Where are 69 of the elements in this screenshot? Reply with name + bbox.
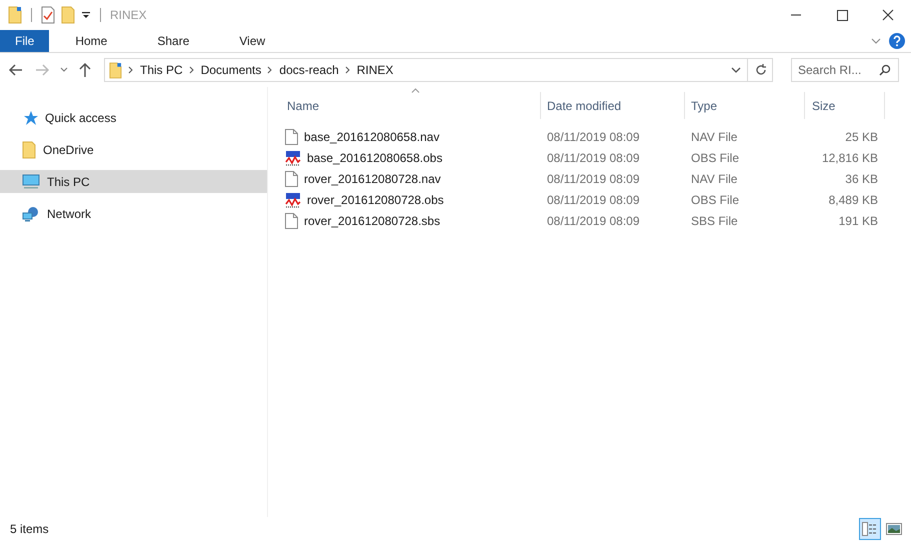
- breadcrumb[interactable]: docs-reach: [279, 63, 339, 77]
- ribbon-tab[interactable]: View: [223, 30, 282, 52]
- column-header[interactable]: Type: [685, 92, 805, 119]
- program-icon: [285, 192, 301, 208]
- chevron-right-icon: [188, 66, 195, 74]
- document-icon: [285, 212, 298, 228]
- folder-icon: [22, 140, 36, 158]
- item-count: 5 items: [10, 522, 49, 536]
- picture-view-icon: [886, 523, 902, 535]
- type-cell-text: NAV File: [690, 130, 738, 144]
- sidebar-item[interactable]: Network: [0, 202, 267, 225]
- document-icon: [285, 170, 298, 186]
- search-icon: [879, 64, 891, 76]
- chevron-right-icon: [267, 66, 274, 74]
- address-bar[interactable]: This PC Documents docs-reach RINEX: [104, 58, 773, 82]
- type-cell-text: SBS File: [690, 214, 739, 228]
- type-cell-text: OBS File: [690, 150, 740, 164]
- help-icon[interactable]: [889, 33, 905, 49]
- details-view-icon: [862, 522, 878, 536]
- checklist-icon[interactable]: [41, 6, 55, 24]
- up-arrow-icon[interactable]: [78, 62, 92, 78]
- ribbon-tab[interactable]: Share: [141, 30, 206, 52]
- size-cell-text: 8,489 KB: [828, 192, 879, 206]
- network-icon: [22, 206, 40, 222]
- ribbon-tab[interactable]: Home: [59, 30, 124, 52]
- chevron-right-icon: [128, 66, 134, 74]
- size-cell-text: 191 KB: [838, 214, 879, 228]
- folder-icon: [109, 62, 122, 78]
- program-icon: [285, 150, 301, 166]
- file-name-cell[interactable]: base_201612080658.nav: [281, 128, 541, 144]
- dropdown-icon[interactable]: [81, 10, 91, 20]
- chevron-icon[interactable]: [731, 66, 741, 74]
- file-name-cell[interactable]: rover_201612080728.nav: [281, 170, 541, 186]
- date-cell-text: 08/11/2019 08:09: [546, 192, 641, 206]
- date-cell-text: 08/11/2019 08:09: [546, 214, 641, 228]
- date-cell-text: 08/11/2019 08:09: [546, 172, 641, 186]
- monitor-icon: [22, 174, 40, 190]
- chevron-icon[interactable]: [871, 37, 881, 45]
- window-title: RINEX: [110, 8, 147, 22]
- sort-caret-icon: [410, 88, 420, 93]
- breadcrumb[interactable]: This PC: [140, 63, 183, 77]
- sidebar-item[interactable]: OneDrive: [0, 138, 267, 161]
- column-header[interactable]: Date modified: [541, 92, 685, 119]
- folder-icon[interactable]: [8, 6, 22, 24]
- star-icon: [22, 110, 38, 126]
- refresh-icon[interactable]: [754, 63, 768, 77]
- breadcrumb[interactable]: Documents: [200, 63, 262, 77]
- size-cell-text: 36 KB: [844, 172, 879, 186]
- date-cell-text: 08/11/2019 08:09: [546, 150, 641, 164]
- column-header[interactable]: Name: [281, 92, 541, 119]
- date-cell-text: 08/11/2019 08:09: [546, 130, 641, 144]
- sidebar-item[interactable]: Quick access: [0, 106, 267, 129]
- sidebar-item[interactable]: This PC: [0, 170, 267, 193]
- document-icon: [285, 128, 298, 144]
- size-cell-text: 12,816 KB: [820, 150, 879, 164]
- chevron-right-icon: [344, 66, 351, 74]
- type-cell-text: NAV File: [690, 172, 738, 186]
- file-name-cell[interactable]: rover_201612080728.obs: [281, 192, 541, 208]
- file-name-cell[interactable]: base_201612080658.obs: [281, 150, 541, 166]
- breadcrumb[interactable]: RINEX: [356, 63, 394, 77]
- back-arrow-icon[interactable]: [8, 62, 24, 78]
- ribbon-tab[interactable]: File: [0, 30, 50, 52]
- size-cell-text: 25 KB: [844, 130, 879, 144]
- view-button[interactable]: [859, 518, 881, 540]
- chevron-icon[interactable]: [60, 67, 68, 73]
- column-header[interactable]: Size: [805, 92, 885, 119]
- search-field[interactable]: Search RI...: [791, 58, 899, 82]
- file-name-cell[interactable]: rover_201612080728.sbs: [281, 212, 541, 228]
- type-cell-text: OBS File: [690, 192, 740, 206]
